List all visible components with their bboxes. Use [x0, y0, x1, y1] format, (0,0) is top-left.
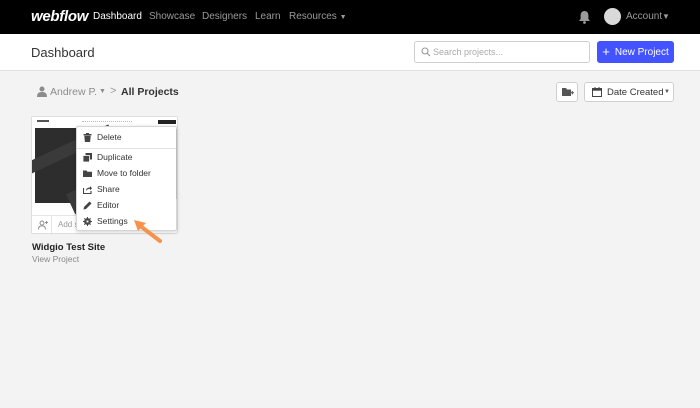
menu-label-settings: Settings — [97, 216, 128, 226]
search-input[interactable] — [433, 44, 583, 60]
menu-scrollbar[interactable] — [176, 129, 177, 199]
project-context-menu: Delete Duplicate Move to folder Share Ed… — [76, 126, 177, 231]
calendar-icon — [592, 87, 602, 97]
top-navbar: webflow Dashboard Showcase Designers Lea… — [0, 0, 700, 34]
pencil-icon — [83, 201, 92, 210]
add-collaborator-icon[interactable] — [38, 220, 48, 230]
menu-label-editor: Editor — [97, 200, 120, 210]
thumbnail-nav — [82, 121, 132, 122]
user-icon — [37, 86, 47, 97]
gear-icon — [83, 217, 92, 226]
caret-down-icon[interactable]: ▼ — [99, 88, 106, 95]
nav-showcase[interactable]: Showcase — [149, 11, 195, 22]
menu-label-delete: Delete — [97, 132, 122, 142]
sort-label: Date Created — [607, 87, 664, 98]
breadcrumb-user[interactable]: Andrew P. — [50, 86, 97, 98]
thumbnail-logo — [37, 120, 49, 122]
new-project-label: New Project — [614, 46, 669, 58]
breadcrumb-separator: > — [110, 85, 117, 97]
nav-learn[interactable]: Learn — [255, 11, 281, 22]
menu-label-duplicate: Duplicate — [97, 152, 133, 162]
page-title: Dashboard — [31, 45, 95, 60]
footer-divider — [51, 216, 52, 235]
share-icon — [83, 186, 92, 194]
view-project-link[interactable]: View Project — [32, 254, 79, 264]
sort-dropdown[interactable]: Date Created ▼ — [584, 82, 674, 102]
menu-item-share[interactable]: Share — [77, 182, 176, 198]
menu-label-move-to-folder: Move to folder — [97, 168, 151, 178]
account-menu[interactable]: Account — [626, 11, 662, 22]
breadcrumb-current: All Projects — [121, 86, 179, 98]
nav-resources-label: Resources — [289, 11, 337, 22]
menu-label-share: Share — [97, 184, 120, 194]
nav-resources[interactable]: Resources ▼ — [289, 11, 347, 22]
chevron-down-icon[interactable]: ▼ — [662, 12, 670, 21]
duplicate-icon — [83, 153, 92, 162]
thumbnail-button — [158, 120, 176, 124]
annotation-arrow — [134, 220, 162, 243]
chevron-down-icon: ▼ — [339, 14, 347, 21]
trash-icon — [83, 133, 92, 142]
webflow-logo[interactable]: webflow — [31, 8, 88, 25]
folder-icon — [83, 170, 92, 177]
search-icon — [421, 47, 431, 57]
avatar[interactable] — [604, 8, 621, 25]
nav-designers[interactable]: Designers — [202, 11, 247, 22]
chevron-down-icon: ▼ — [664, 89, 670, 95]
dashboard-header: Dashboard + New Project — [0, 34, 700, 71]
plus-icon: + — [602, 44, 610, 59]
menu-item-delete[interactable]: Delete — [77, 130, 176, 146]
new-project-button[interactable]: + New Project — [597, 41, 674, 63]
search-box[interactable] — [414, 41, 590, 63]
menu-item-move-to-folder[interactable]: Move to folder — [77, 166, 176, 182]
menu-divider — [77, 148, 176, 149]
menu-item-editor[interactable]: Editor — [77, 198, 176, 214]
menu-item-duplicate[interactable]: Duplicate — [77, 150, 176, 166]
project-name[interactable]: Widgio Test Site — [32, 242, 105, 253]
new-folder-button[interactable] — [556, 82, 578, 102]
folder-add-icon — [562, 88, 574, 96]
bell-icon[interactable] — [578, 10, 591, 24]
nav-dashboard[interactable]: Dashboard — [93, 11, 142, 22]
